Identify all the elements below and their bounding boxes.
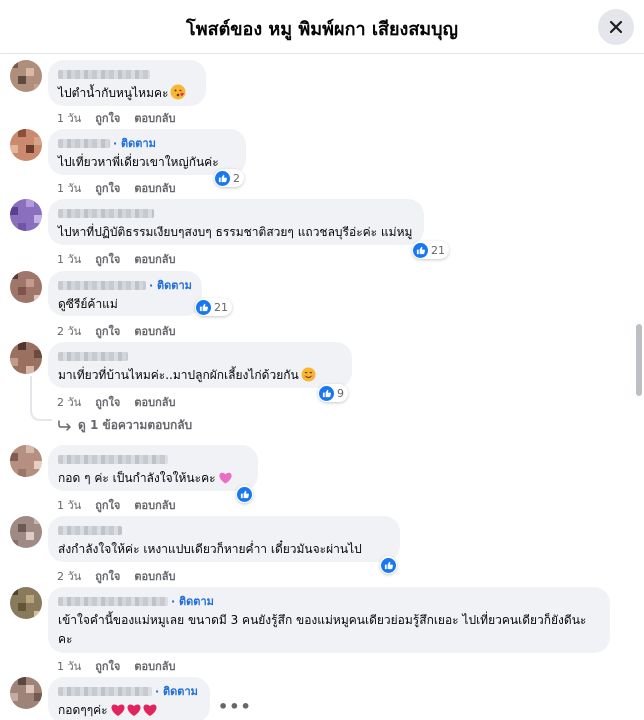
timestamp[interactable]: 1 วัน	[57, 109, 81, 127]
like-reaction-icon	[237, 486, 252, 502]
comment-text: กอดๆๆค่ะ	[58, 703, 108, 717]
avatar[interactable]	[10, 60, 42, 92]
comment-actions: 2 วัน ถูกใจ ตอบกลับ	[57, 393, 189, 411]
dialog-header: โพสต์ของ หมู พิมพ์ผกา เสียงสมบุญ	[0, 0, 644, 54]
author-name-blurred[interactable]	[58, 525, 122, 535]
comment-text: ไปหาที่ปฏิบัติธรรมเงียบๆสงบๆ ธรรมชาติสวย…	[58, 225, 413, 239]
comment-actions: 2 วัน ถูกใจ ตอบกลับ	[57, 567, 189, 585]
reaction-count[interactable]: 21	[195, 298, 232, 316]
timestamp[interactable]: 1 วัน	[57, 496, 81, 514]
follow-button[interactable]: · ติดตาม	[113, 134, 156, 152]
comment-bubble: · ติดตาม เข้าใจคำนี้ของแม่หมูเลย ขนาดมี …	[48, 587, 610, 653]
author-name-blurred[interactable]	[58, 351, 128, 361]
reply-button[interactable]: ตอบกลับ	[134, 250, 175, 268]
reply-button[interactable]: ตอบกลับ	[134, 322, 175, 340]
like-reaction-icon	[381, 557, 396, 573]
comment-bubble: · ติดตาม กอดๆๆค่ะ	[48, 677, 210, 720]
face-blowing-kiss-icon	[170, 84, 186, 100]
author-name-blurred[interactable]	[58, 138, 110, 148]
comment-actions: 1 วัน ถูกใจ ตอบกลับ	[57, 657, 189, 675]
dialog-title: โพสต์ของ หมู พิมพ์ผกา เสียงสมบุญ	[186, 19, 458, 40]
reply-button[interactable]: ตอบกลับ	[134, 496, 175, 514]
comment-text: ส่งกำลังใจให้ค่ะ เหงาแปบเดียวก็หายค่ำา เ…	[58, 542, 362, 556]
comment-actions: 1 วัน ถูกใจ ตอบกลับ	[57, 109, 189, 127]
like-reaction-icon	[196, 299, 211, 315]
follow-button[interactable]: · ติดตาม	[155, 682, 198, 700]
comment-actions: 1 วัน ถูกใจ ตอบกลับ	[57, 496, 189, 514]
timestamp[interactable]: 1 วัน	[57, 179, 81, 197]
like-button[interactable]: ถูกใจ	[95, 567, 120, 585]
thread-elbow	[30, 400, 52, 421]
reply-arrow-icon	[58, 419, 71, 431]
author-name-blurred[interactable]	[58, 69, 150, 79]
reply-button[interactable]: ตอบกลับ	[134, 179, 175, 197]
reaction-count[interactable]: 9	[318, 384, 348, 402]
smiley-icon	[301, 367, 316, 382]
close-button[interactable]	[598, 9, 634, 45]
reaction-count[interactable]: 21	[412, 241, 449, 259]
comment-bubble: มาเที่ยวที่บ้านไหมค่ะ..มาปลูกผักเลี้ยงไก…	[48, 342, 352, 388]
like-button[interactable]: ถูกใจ	[95, 496, 120, 514]
like-reaction-icon	[319, 385, 334, 401]
reply-button[interactable]: ตอบกลับ	[134, 109, 175, 127]
like-reaction-icon	[215, 170, 230, 186]
comment-bubble: ไปหาที่ปฏิบัติธรรมเงียบๆสงบๆ ธรรมชาติสวย…	[48, 199, 424, 245]
like-button[interactable]: ถูกใจ	[95, 179, 120, 197]
avatar[interactable]	[10, 342, 42, 374]
scrollbar-thumb[interactable]	[636, 324, 642, 396]
like-button[interactable]: ถูกใจ	[95, 322, 120, 340]
comment-bubble: ส่งกำลังใจให้ค่ะ เหงาแปบเดียวก็หายค่ำา เ…	[48, 516, 400, 562]
follow-button[interactable]: · ติดตาม	[149, 276, 192, 294]
like-button[interactable]: ถูกใจ	[95, 657, 120, 675]
author-name-blurred[interactable]	[58, 596, 168, 606]
timestamp[interactable]: 1 วัน	[57, 250, 81, 268]
avatar[interactable]	[10, 199, 42, 231]
heart-icon	[111, 704, 157, 716]
reply-button[interactable]: ตอบกลับ	[134, 393, 175, 411]
like-button[interactable]: ถูกใจ	[95, 250, 120, 268]
author-name-blurred[interactable]	[58, 280, 146, 290]
more-options-button[interactable]: •••	[218, 697, 252, 716]
comment-actions: 1 วัน ถูกใจ ตอบกลับ	[57, 179, 189, 197]
close-icon	[609, 20, 623, 34]
author-name-blurred[interactable]	[58, 686, 152, 696]
comment-text: ไปตำน้ำกับหนูไหมคะ	[58, 86, 169, 100]
comment-actions: 1 วัน ถูกใจ ตอบกลับ	[57, 250, 189, 268]
comment-bubble: · ติดตาม ไปเที่ยวหาพี่เดี่ยวเขาใหญ่กันค่…	[48, 129, 246, 175]
comment-actions: 2 วัน ถูกใจ ตอบกลับ	[57, 322, 189, 340]
avatar[interactable]	[10, 587, 42, 619]
like-button[interactable]: ถูกใจ	[95, 109, 120, 127]
avatar[interactable]	[10, 677, 42, 709]
avatar[interactable]	[10, 445, 42, 477]
comment-text: ไปเที่ยวหาพี่เดี่ยวเขาใหญ่กันค่ะ	[58, 155, 219, 169]
timestamp[interactable]: 1 วัน	[57, 657, 81, 675]
like-button[interactable]: ถูกใจ	[95, 393, 120, 411]
comment-text: ดูซีรีย์ค้าแม่	[58, 297, 118, 311]
reply-button[interactable]: ตอบกลับ	[134, 567, 175, 585]
timestamp[interactable]: 2 วัน	[57, 322, 81, 340]
heart-icon	[218, 472, 232, 484]
reaction-count[interactable]	[236, 485, 253, 503]
author-name-blurred[interactable]	[58, 454, 168, 464]
comment-bubble: · ติดตาม ดูซีรีย์ค้าแม่	[48, 271, 202, 316]
author-name-blurred[interactable]	[58, 208, 154, 218]
reaction-count[interactable]	[380, 556, 397, 574]
avatar[interactable]	[10, 129, 42, 161]
timestamp[interactable]: 2 วัน	[57, 567, 81, 585]
timestamp[interactable]: 2 วัน	[57, 393, 81, 411]
comment-bubble: กอด ๆ ค่ะ เป็นกำลังใจให้นะคะ	[48, 445, 258, 491]
comment-text: มาเที่ยวที่บ้านไหมค่ะ..มาปลูกผักเลี้ยงไก…	[58, 368, 299, 382]
reply-button[interactable]: ตอบกลับ	[134, 657, 175, 675]
comment-text: เข้าใจคำนี้ของแม่หมูเลย ขนาดมี 3 คนยังรู…	[58, 613, 587, 646]
view-replies-link[interactable]: ดู 1 ข้อความตอบกลับ	[58, 416, 192, 435]
avatar[interactable]	[10, 271, 42, 303]
follow-button[interactable]: · ติดตาม	[171, 592, 214, 610]
comment-text: กอด ๆ ค่ะ เป็นกำลังใจให้นะคะ	[58, 471, 216, 485]
comment-bubble: ไปตำน้ำกับหนูไหมคะ	[48, 60, 206, 106]
avatar[interactable]	[10, 516, 42, 548]
reaction-count[interactable]: 2	[214, 169, 244, 187]
like-reaction-icon	[413, 242, 428, 258]
